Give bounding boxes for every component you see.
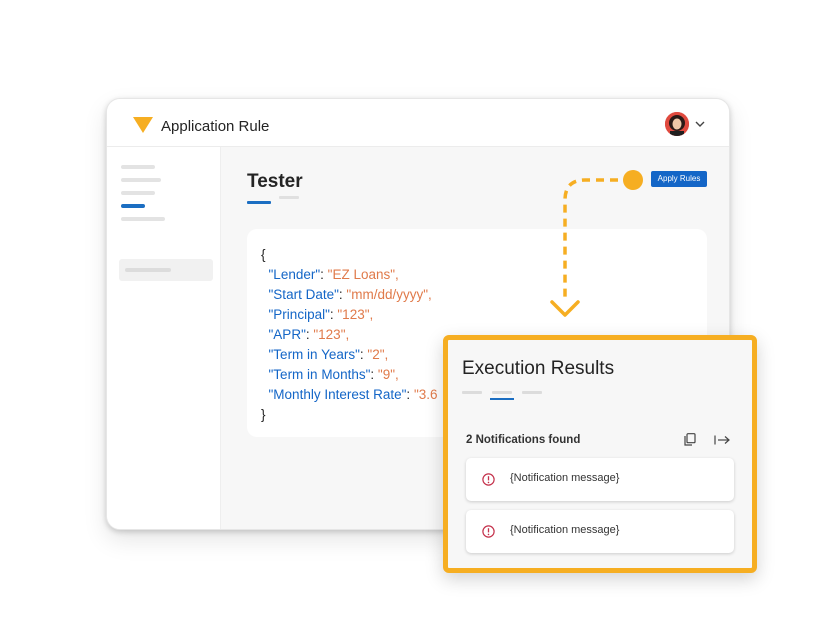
code-value: "EZ Loans", — [327, 267, 399, 282]
code-value: "9", — [377, 367, 399, 382]
code-line: "Term in Months": "9", — [268, 367, 399, 382]
code-line: "Lender": "EZ Loans", — [268, 267, 399, 282]
chevron-down-icon[interactable] — [695, 121, 705, 128]
results-tab-1[interactable] — [462, 391, 482, 394]
avatar-image-icon — [665, 112, 689, 136]
apply-rules-button[interactable]: Apply Rules — [651, 171, 707, 187]
error-circle-icon — [482, 473, 495, 486]
execution-results-panel: Execution Results 2 Notifications found … — [443, 335, 757, 573]
results-title: Execution Results — [462, 358, 615, 379]
notification-item[interactable]: {Notification message} — [466, 458, 734, 501]
tester-title: Tester — [247, 171, 303, 192]
code-brace: { — [261, 247, 266, 262]
sidebar-search-placeholder-line — [125, 268, 171, 272]
code-value: "123", — [337, 307, 374, 322]
notification-message: {Notification message} — [510, 472, 620, 484]
app-logo-icon — [133, 117, 153, 133]
export-icon[interactable] — [714, 435, 730, 445]
tester-tab[interactable] — [279, 196, 299, 199]
code-line: "Principal": "123", — [268, 307, 374, 322]
sidebar-search-box[interactable] — [119, 259, 213, 281]
code-value: "3.6 — [413, 387, 438, 402]
sidebar-item-4-active[interactable] — [121, 204, 145, 208]
notifications-count: 2 Notifications found — [466, 434, 581, 446]
code-key: "Start Date" — [268, 287, 339, 302]
notification-message: {Notification message} — [510, 524, 620, 536]
code-key: "Principal" — [268, 307, 330, 322]
code-line: "Monthly Interest Rate": "3.6 — [268, 387, 438, 402]
code-key: "Term in Years" — [268, 347, 360, 362]
code-key: "Term in Months" — [268, 367, 371, 382]
sidebar-item-3[interactable] — [121, 191, 155, 195]
app-title: Application Rule — [161, 118, 270, 135]
notification-item[interactable]: {Notification message} — [466, 510, 734, 553]
sidebar-item-1[interactable] — [121, 165, 155, 169]
json-code: { "Lender": "EZ Loans", "Start Date": "m… — [261, 245, 438, 425]
code-brace: } — [261, 407, 266, 422]
code-key: "Lender" — [268, 267, 321, 282]
code-line: "APR": "123", — [268, 327, 350, 342]
code-key: "APR" — [268, 327, 306, 342]
sidebar-item-5[interactable] — [121, 217, 165, 221]
code-value: "2", — [367, 347, 389, 362]
code-line: "Start Date": "mm/dd/yyyy", — [268, 287, 432, 302]
tester-tab-active[interactable] — [247, 201, 271, 204]
code-line: { — [261, 245, 438, 265]
results-tab-2-indicator — [490, 398, 514, 400]
code-line: } — [261, 405, 438, 425]
title-bar: Application Rule — [107, 99, 729, 147]
error-circle-icon — [482, 525, 495, 538]
code-value: "mm/dd/yyyy", — [346, 287, 432, 302]
code-line: "Term in Years": "2", — [268, 347, 389, 362]
copy-icon[interactable] — [684, 433, 696, 446]
code-key: "Monthly Interest Rate" — [268, 387, 407, 402]
code-value: "123", — [313, 327, 350, 342]
user-avatar[interactable] — [665, 112, 689, 136]
sidebar-item-2[interactable] — [121, 178, 161, 182]
sidebar — [107, 147, 221, 529]
results-tab-3[interactable] — [522, 391, 542, 394]
results-tab-2[interactable] — [492, 391, 512, 394]
